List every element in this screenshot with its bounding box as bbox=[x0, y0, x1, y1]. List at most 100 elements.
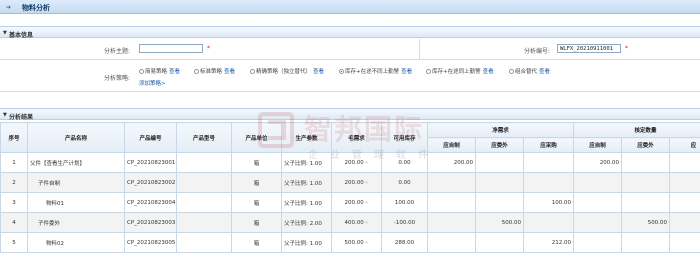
strategy-option-precise[interactable]: 精确策略（独立替代） 查看 bbox=[250, 67, 324, 75]
table-row: 1 父件【查看生产计划】 CP_20210823001 箱 父子比例: 1.00… bbox=[0, 152, 700, 173]
view-link[interactable]: 查看 bbox=[539, 69, 550, 75]
cell-unit: 箱 bbox=[231, 152, 282, 173]
collapse-triangle-icon: ▼ bbox=[3, 30, 7, 36]
col-unit: 产品单位 bbox=[231, 122, 282, 153]
col-net: 净需求 bbox=[427, 122, 574, 138]
strategy-option-combo[interactable]: 组合替代 查看 bbox=[509, 67, 550, 75]
cell-confirm-outsource[interactable] bbox=[621, 152, 670, 173]
strategy-option-stock-transit-diff[interactable]: 库存+在途不同上勤警 查看 bbox=[339, 67, 412, 75]
cell-confirm-purchase[interactable] bbox=[668, 152, 700, 173]
view-link[interactable]: 查看 bbox=[483, 69, 494, 75]
cell-purchase: 212.00 bbox=[523, 232, 574, 253]
view-link[interactable]: 查看 bbox=[401, 69, 412, 75]
subject-input[interactable] bbox=[139, 44, 203, 53]
cell-unit: 箱 bbox=[231, 172, 282, 193]
cell-code: CP_20210823004 bbox=[124, 192, 177, 213]
results-label: 分析结果 bbox=[9, 114, 34, 121]
col-name: 产品名称 bbox=[27, 122, 125, 153]
cell-confirm-outsource[interactable] bbox=[621, 232, 670, 253]
edit-icon[interactable]: ✧ bbox=[365, 161, 369, 166]
col-seq: 序号 bbox=[0, 122, 28, 153]
cell-self bbox=[427, 232, 476, 253]
cell-confirm-outsource[interactable] bbox=[621, 192, 670, 213]
view-link[interactable]: 查看 bbox=[224, 69, 235, 75]
product-name-link[interactable]: 父件【查看生产计划】 bbox=[30, 161, 85, 167]
col-stock: 可用库存 bbox=[381, 122, 428, 153]
cell-confirm-self[interactable] bbox=[573, 212, 622, 233]
cell-model bbox=[176, 212, 232, 233]
cell-gross: 400.00✧ bbox=[331, 212, 382, 233]
cell-code: CP_20210823005 bbox=[124, 232, 177, 253]
view-link[interactable]: 查看 bbox=[313, 69, 324, 75]
results-header[interactable]: ▼ 分析结果 bbox=[0, 108, 700, 121]
basic-info-label: 基本信息 bbox=[9, 32, 34, 39]
strategy-option-standard[interactable]: 标准策略 查看 bbox=[194, 67, 235, 75]
cell-model bbox=[176, 232, 232, 253]
cell-name: 父件【查看生产计划】 bbox=[27, 152, 125, 173]
cell-outsource: 500.00 bbox=[475, 212, 524, 233]
cell-confirm-purchase[interactable] bbox=[668, 172, 700, 193]
cell-ratio: 父子比例: 1.00 bbox=[281, 232, 332, 253]
divider bbox=[419, 39, 420, 60]
cell-confirm-purchase[interactable]: 212 bbox=[668, 232, 700, 253]
cell-purchase bbox=[523, 212, 574, 233]
col-self: 应自制 bbox=[427, 137, 476, 153]
col-outsource: 应委外 bbox=[475, 137, 524, 153]
cell-seq: 1 bbox=[0, 152, 28, 173]
cell-gross: 500.00✧ bbox=[331, 232, 382, 253]
cell-confirm-self[interactable] bbox=[573, 192, 622, 213]
cell-seq: 5 bbox=[0, 232, 28, 253]
radio-icon[interactable] bbox=[194, 69, 199, 74]
cell-model bbox=[176, 172, 232, 193]
edit-icon[interactable]: ✧ bbox=[365, 201, 369, 206]
cell-purchase: 100.00 bbox=[523, 192, 574, 213]
cell-self bbox=[427, 172, 476, 193]
cell-seq: 3 bbox=[0, 192, 28, 213]
cell-gross: 200.00✧ bbox=[331, 152, 382, 173]
edit-icon[interactable]: ✧ bbox=[365, 181, 369, 186]
add-strategy-link[interactable]: 添加策略> bbox=[139, 79, 166, 87]
edit-icon[interactable]: ✧ bbox=[365, 241, 369, 246]
col-model: 产品型号 bbox=[176, 122, 232, 153]
cell-confirm-purchase[interactable]: 100 bbox=[668, 192, 700, 213]
cell-confirm-self[interactable]: 200.00 bbox=[573, 152, 622, 173]
cell-confirm-outsource[interactable]: 500.00 bbox=[621, 212, 670, 233]
radio-icon[interactable] bbox=[250, 69, 255, 74]
strategy-option-stock-transit-same[interactable]: 库存+在途同上勤警 查看 bbox=[426, 67, 494, 75]
col-gross: 毛需求 bbox=[331, 122, 382, 153]
radio-icon[interactable] bbox=[426, 69, 431, 74]
cell-confirm-purchase[interactable] bbox=[668, 212, 700, 233]
cell-stock: 0.00 bbox=[381, 172, 428, 193]
cell-gross: 200.00✧ bbox=[331, 192, 382, 213]
code-input[interactable]: WLFX_20210911001 bbox=[557, 44, 621, 53]
strategy-option-simple[interactable]: 简易策略 查看 bbox=[139, 67, 180, 75]
cell-name: 物料01 bbox=[27, 192, 125, 213]
view-link[interactable]: 查看 bbox=[169, 69, 180, 75]
cell-code: CP_20210823003 bbox=[124, 212, 177, 233]
cell-confirm-self[interactable] bbox=[573, 232, 622, 253]
cell-outsource bbox=[475, 192, 524, 213]
cell-confirm-outsource[interactable] bbox=[621, 172, 670, 193]
col-confirm-self: 应自制 bbox=[573, 137, 622, 153]
table-row: 4 子件委外 CP_20210823003 箱 父子比例: 2.00 400.0… bbox=[0, 212, 700, 233]
radio-icon[interactable] bbox=[509, 69, 514, 74]
cell-confirm-self[interactable] bbox=[573, 172, 622, 193]
required-mark: * bbox=[207, 45, 210, 52]
basic-info-header[interactable]: ▼ 基本信息 bbox=[0, 26, 700, 39]
title-bar: ➔ 物料分析 bbox=[0, 0, 700, 14]
cell-gross: 200.00✧ bbox=[331, 172, 382, 193]
table-row: 5 物料02 CP_20210823005 箱 父子比例: 1.00 500.0… bbox=[0, 232, 700, 253]
collapse-triangle-icon: ▼ bbox=[3, 112, 7, 118]
cell-seq: 2 bbox=[0, 172, 28, 193]
edit-icon[interactable]: ✧ bbox=[365, 221, 369, 226]
col-confirm-purchase: 应 bbox=[668, 137, 700, 153]
radio-selected-icon[interactable] bbox=[339, 69, 344, 74]
cell-outsource bbox=[475, 232, 524, 253]
cell-model bbox=[176, 192, 232, 213]
cell-ratio: 父子比例: 1.00 bbox=[281, 152, 332, 173]
cell-code: CP_20210823001 bbox=[124, 152, 177, 173]
double-arrow-icon: ➔ bbox=[6, 4, 12, 11]
code-label: 分析编号: bbox=[523, 48, 550, 55]
cell-seq: 4 bbox=[0, 212, 28, 233]
radio-icon[interactable] bbox=[139, 69, 144, 74]
